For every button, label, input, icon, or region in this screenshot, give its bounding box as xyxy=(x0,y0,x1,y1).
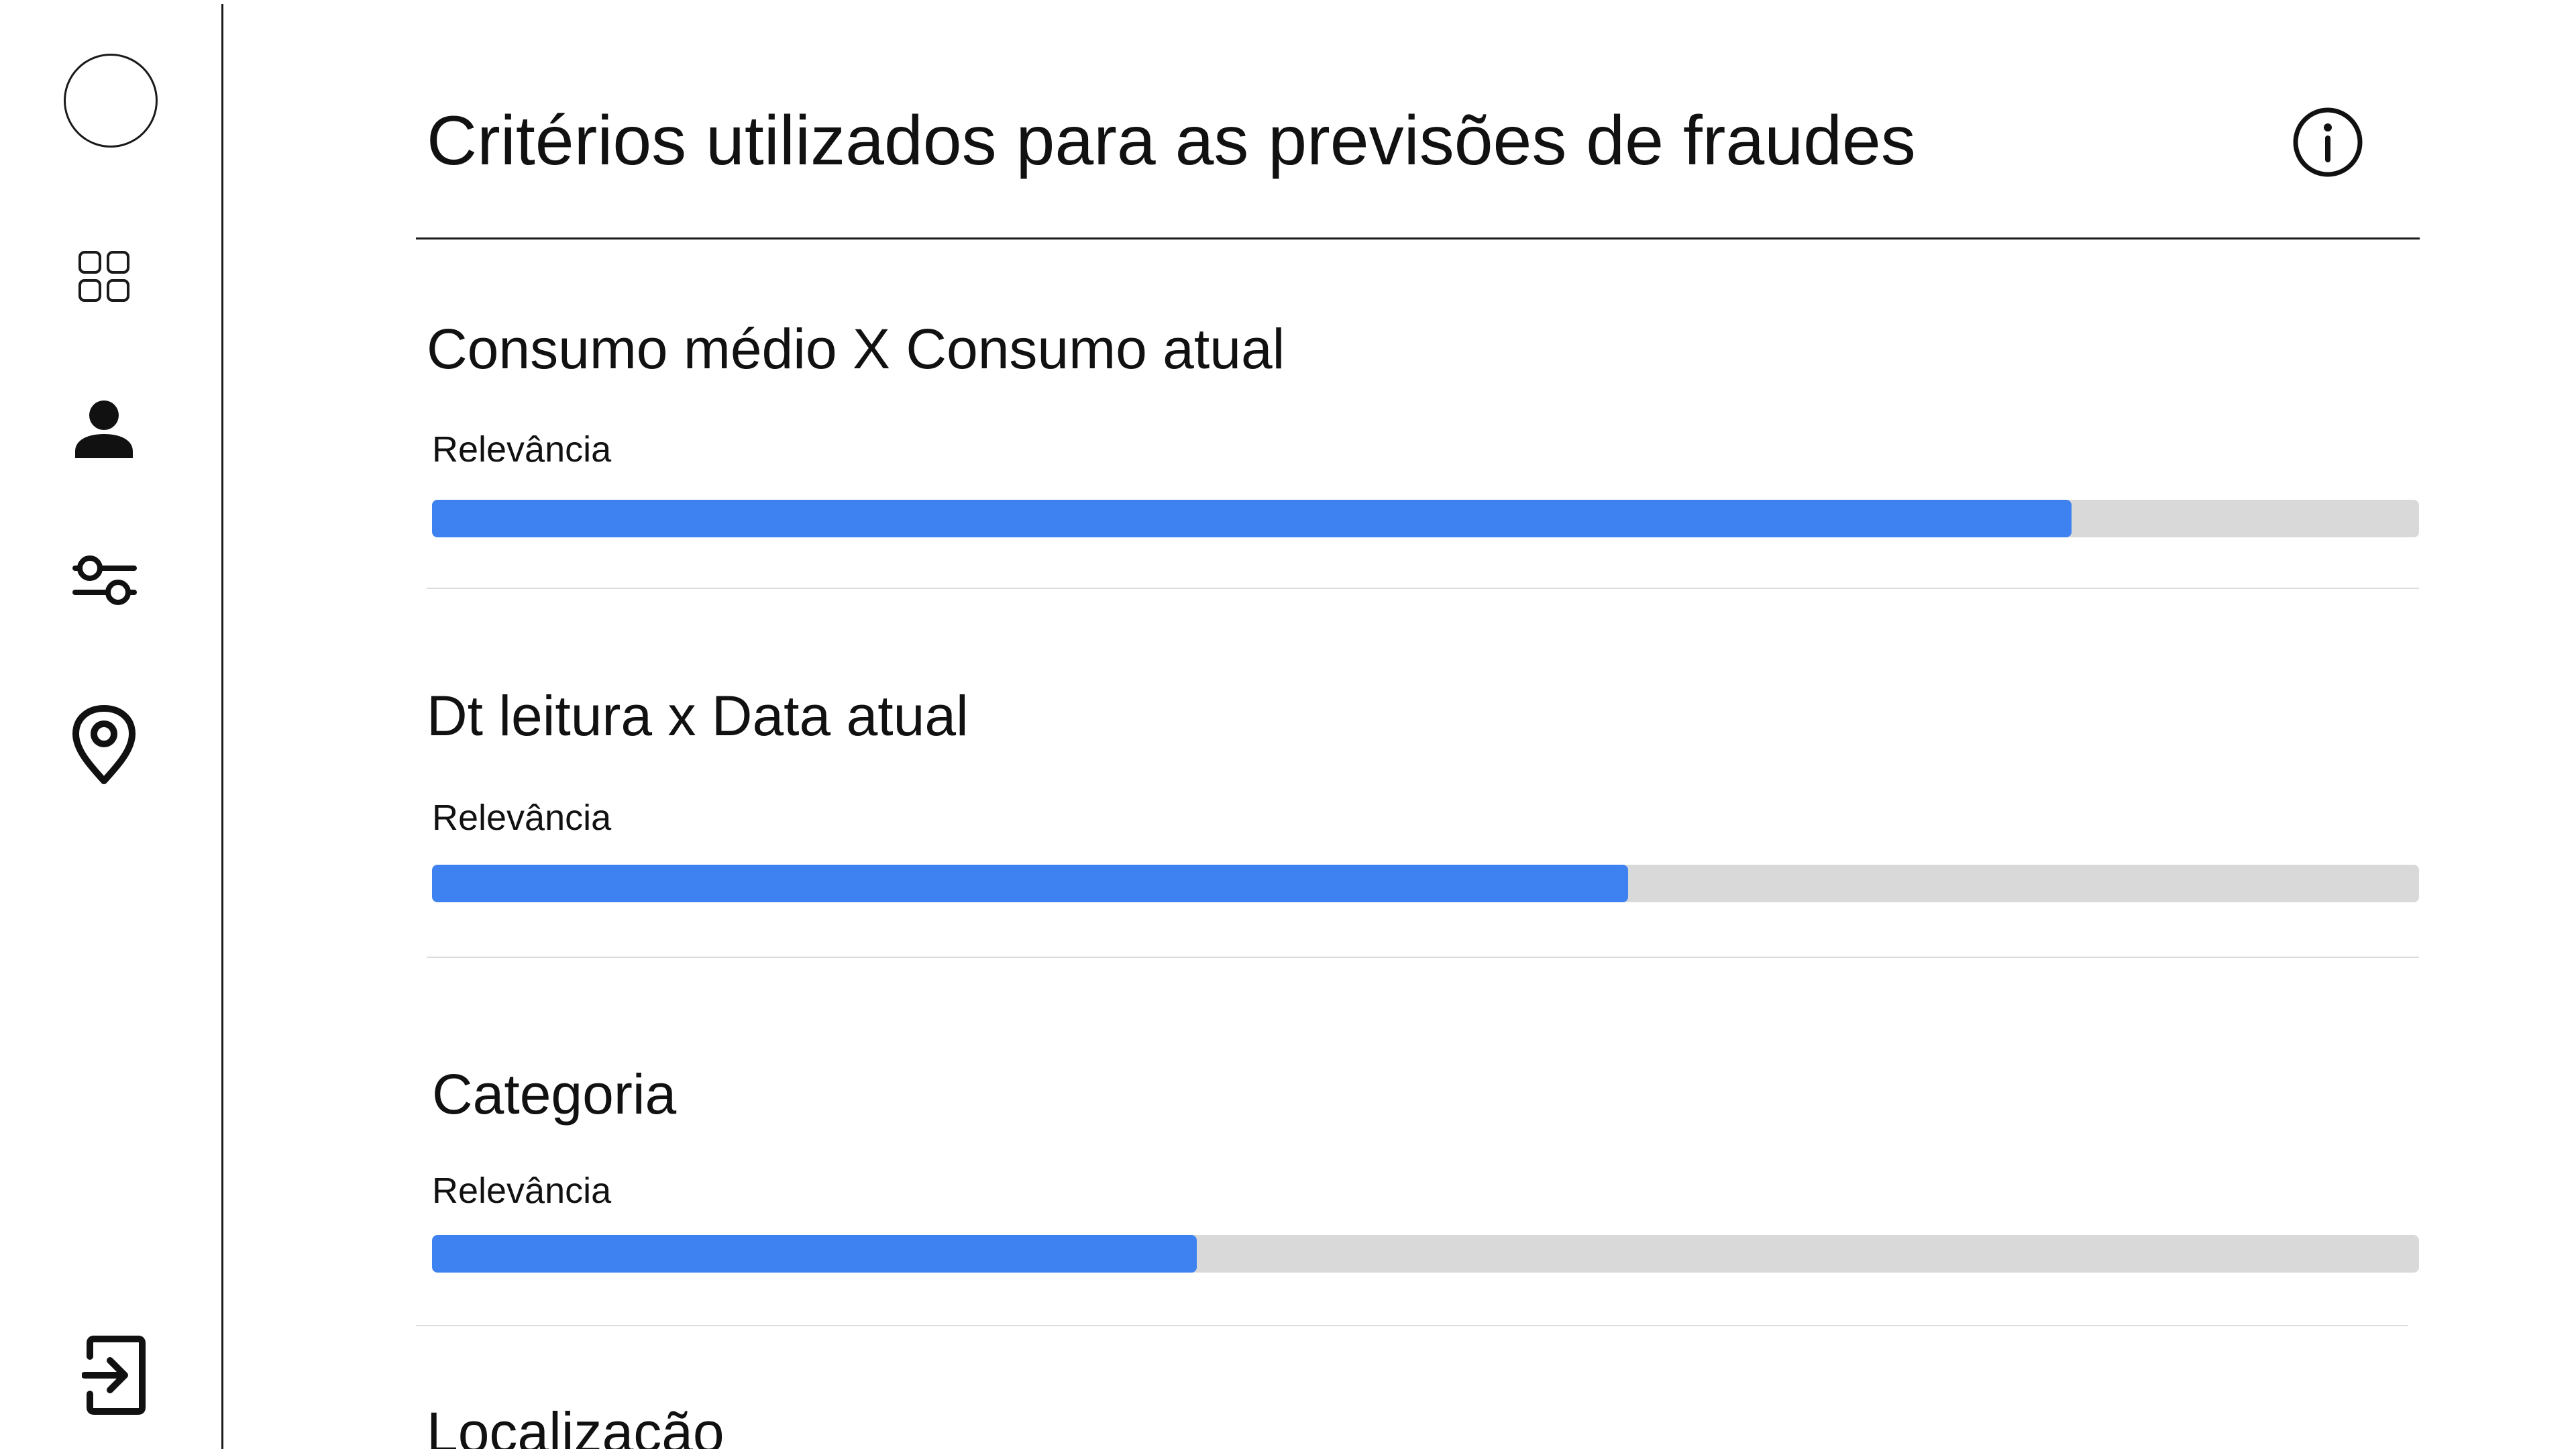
relevance-bar xyxy=(432,1235,2419,1273)
header-divider xyxy=(416,237,2420,239)
info-icon[interactable] xyxy=(2292,106,2364,182)
app-page: Critérios utilizados para as previsões d… xyxy=(0,0,2576,1449)
relevance-bar-fill xyxy=(432,865,1629,902)
relevance-label: Relevância xyxy=(432,429,612,470)
relevance-bar-fill xyxy=(432,500,2072,537)
sidebar xyxy=(0,0,223,1449)
logout-icon[interactable] xyxy=(82,1335,148,1415)
user-icon[interactable] xyxy=(74,399,134,460)
criterion-title: Localização xyxy=(427,1401,724,1449)
relevance-bar-fill xyxy=(432,1235,1197,1273)
criterion-localizacao: Localização xyxy=(427,1395,2419,1449)
main-content: Critérios utilizados para as previsões d… xyxy=(223,0,2576,1449)
criterion-data-leitura: Dt leitura x Data atual Relevância xyxy=(427,679,2419,907)
grid-icon[interactable] xyxy=(77,250,131,303)
page-title: Critérios utilizados para as previsões d… xyxy=(427,102,1916,180)
criterion-title: Consumo médio X Consumo atual xyxy=(427,317,1285,380)
relevance-label: Relevância xyxy=(432,798,612,838)
criterion-consumo: Consumo médio X Consumo atual Relevância xyxy=(427,312,2419,540)
criterion-title: Categoria xyxy=(432,1063,677,1126)
map-pin-icon[interactable] xyxy=(70,704,138,785)
sliders-icon[interactable] xyxy=(72,553,137,607)
relevance-bar xyxy=(432,500,2419,537)
relevance-label: Relevância xyxy=(432,1171,612,1211)
section-divider xyxy=(427,957,2419,958)
section-divider xyxy=(427,588,2419,589)
relevance-bar xyxy=(432,865,2419,902)
avatar[interactable] xyxy=(64,54,158,148)
section-divider xyxy=(416,1325,2408,1326)
criterion-title: Dt leitura x Data atual xyxy=(427,684,969,747)
criterion-categoria: Categoria Relevância xyxy=(427,1057,2419,1285)
